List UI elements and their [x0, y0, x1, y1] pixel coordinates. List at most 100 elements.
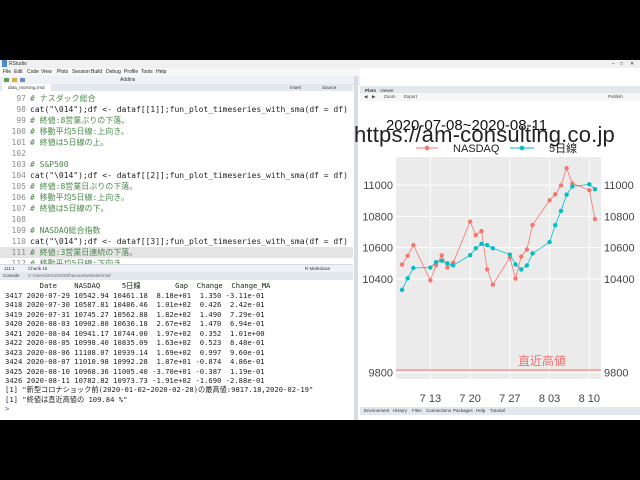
code-line[interactable]: 106 # 移動平均5日線:上向き。 — [0, 192, 353, 203]
line-number: 99 — [16, 116, 26, 125]
export-button[interactable]: Export — [404, 93, 417, 101]
menu-session[interactable]: Session — [72, 68, 90, 76]
open-file-icon[interactable] — [12, 78, 17, 82]
code-line[interactable]: 97 # ナスダック総合 — [0, 93, 353, 104]
maximize-icon[interactable]: □ — [620, 60, 623, 68]
prev-plot-icon[interactable]: ◀ — [364, 93, 367, 101]
data-point-0 — [405, 253, 410, 259]
line-number: 103 — [11, 160, 26, 169]
data-point-1 — [467, 252, 473, 258]
tab-tutorial[interactable]: Tutorial — [490, 407, 505, 415]
code-lines[interactable]: 97 # ナスダック総合 98 cat("\014");df <- dataf[[1]… — [0, 93, 353, 291]
code-line[interactable]: 103 # S&P500 — [0, 159, 353, 170]
data-point-0 — [428, 278, 433, 283]
line-number: 110 — [11, 237, 26, 246]
code-line[interactable]: 101 # 終値は5日線の上。 — [0, 137, 353, 148]
data-point-1 — [405, 276, 410, 281]
code-line[interactable]: 99 # 終値:8営業ぶりの下落。 — [0, 115, 353, 126]
tab-files[interactable]: Files — [412, 407, 422, 415]
console-data-row: 3422 2020-08-05 10998.40 10835.09 1.63e+… — [5, 338, 265, 347]
tab-connections[interactable]: Connections — [426, 407, 451, 415]
line-text: # 終値:8営業日ぶりの下落。 — [30, 182, 138, 191]
menu-help[interactable]: Help — [156, 68, 166, 76]
line-number: 97 — [16, 94, 26, 103]
chunk-indicator[interactable]: Chunk 15 — [28, 265, 47, 272]
data-point-1 — [439, 258, 444, 263]
tab-history[interactable]: History — [393, 407, 407, 415]
save-icon[interactable] — [20, 78, 25, 82]
source-button[interactable]: Source — [322, 84, 336, 91]
tab-environment[interactable]: Environment — [364, 407, 389, 415]
x-ticks: 7 13 7 20 7 27 8 03 8 10 — [420, 393, 600, 405]
line-number: 100 — [11, 127, 26, 136]
line-number: 108 — [11, 215, 26, 224]
console-data-row: 3424 2020-08-07 11010.98 10992.28 1.87e+… — [5, 357, 265, 366]
line-text: # S&P500 — [30, 160, 69, 169]
y-tick-label: 10800 — [362, 211, 393, 223]
new-file-icon[interactable] — [4, 78, 9, 82]
plots-toolbar: ◀ ▶ Zoom Export Publish — [360, 93, 640, 101]
menu-build[interactable]: Build — [91, 68, 102, 76]
file-mode[interactable]: R Markdown — [305, 265, 330, 272]
editor-status-bar: 111:1 Chunk 15 R Markdown — [0, 264, 353, 272]
menu-code[interactable]: Code — [27, 68, 39, 76]
line-text: cat("\014");df <- dataf[[3]];fun_plot_ti… — [30, 237, 348, 246]
code-line[interactable]: 100 # 移動平均5日線:上向き。 — [0, 126, 353, 137]
zoom-button[interactable]: Zoom — [384, 93, 396, 101]
data-point-1 — [433, 260, 439, 265]
data-point-0 — [513, 276, 518, 281]
file-tab[interactable]: data_morning.rmd — [2, 84, 51, 91]
menu-view[interactable]: View — [41, 68, 52, 76]
x-tick-label: 7 20 — [459, 393, 480, 405]
menu-profile[interactable]: Profile — [124, 68, 138, 76]
code-line[interactable]: 111 # 終値:3営業日連続の下落。 — [0, 247, 353, 258]
console-data-row: 3425 2020-08-10 10968.36 11005.40 -3.70e… — [5, 366, 265, 376]
line-number: 102 — [11, 149, 26, 158]
watermark-url: https://am-consulting.co.jp — [354, 122, 615, 147]
console-tab[interactable]: Console — [3, 272, 20, 280]
publish-button[interactable]: Publish — [608, 93, 623, 101]
line-number: 109 — [11, 226, 26, 235]
code-line[interactable]: 98 cat("\014");df <- dataf[[1]];fun_plot_… — [0, 104, 353, 115]
line-number: 104 — [11, 171, 26, 180]
menu-plots[interactable]: Plots — [57, 68, 68, 76]
code-line[interactable]: 110 cat("\014");df <- dataf[[3]];fun_plot… — [0, 236, 353, 247]
code-line[interactable]: 102 — [0, 148, 353, 159]
data-point-0 — [467, 219, 473, 224]
console-prompt[interactable]: > — [5, 404, 9, 414]
y-tick-label: 11000 — [363, 180, 393, 192]
code-line[interactable]: 105 # 終値:8営業日ぶりの下落。 — [0, 181, 353, 192]
data-point-1 — [479, 241, 484, 246]
tab-packages[interactable]: Packages — [453, 407, 473, 415]
x-tick-label: 7 27 — [499, 393, 520, 405]
code-line[interactable]: 107 # 終値は5日線の下。 — [0, 203, 353, 214]
line-text: # 移動平均5日線:上向き。 — [30, 193, 129, 202]
code-line[interactable]: 108 — [0, 214, 353, 225]
y-tick-label-right: 10800 — [604, 211, 635, 223]
code-line[interactable]: 104 cat("\014");df <- dataf[[2]];fun_plot… — [0, 170, 353, 181]
data-point-0 — [530, 222, 535, 228]
line-number: 105 — [11, 182, 26, 191]
menu-tools[interactable]: Tools — [141, 68, 153, 76]
menu-file[interactable]: File — [3, 68, 11, 76]
data-point-1 — [553, 222, 558, 228]
code-editor[interactable]: 97 # ナスダック総合 98 cat("\014");df <- dataf[[1]… — [0, 91, 353, 290]
minimize-icon[interactable]: – — [612, 60, 615, 68]
code-line[interactable]: 109 # NASDAQ総合指数 — [0, 225, 353, 236]
next-plot-icon[interactable]: ▶ — [372, 93, 375, 101]
console-output[interactable]: Date NASDAQ 5日線 Gap Change Change_MA 341… — [0, 280, 353, 420]
menu-edit[interactable]: Edit — [14, 68, 23, 76]
data-point-1 — [570, 184, 575, 189]
y-tick-label: 10400 — [362, 274, 393, 286]
insert-button[interactable]: Insert — [290, 84, 301, 91]
y-tick-label-right: 10600 — [604, 243, 635, 255]
close-icon[interactable]: ✕ — [630, 60, 634, 68]
recent-high-label: 直近高値 — [518, 353, 566, 368]
line-text: # 終値:3営業日連続の下落。 — [30, 248, 138, 257]
x-tick-label: 8 10 — [579, 393, 600, 405]
tab-help[interactable]: Help — [476, 407, 485, 415]
data-point-0 — [519, 254, 524, 259]
data-point-1 — [530, 251, 535, 256]
addins-button[interactable]: Addins — [120, 76, 135, 84]
menu-debug[interactable]: Debug — [106, 68, 121, 76]
